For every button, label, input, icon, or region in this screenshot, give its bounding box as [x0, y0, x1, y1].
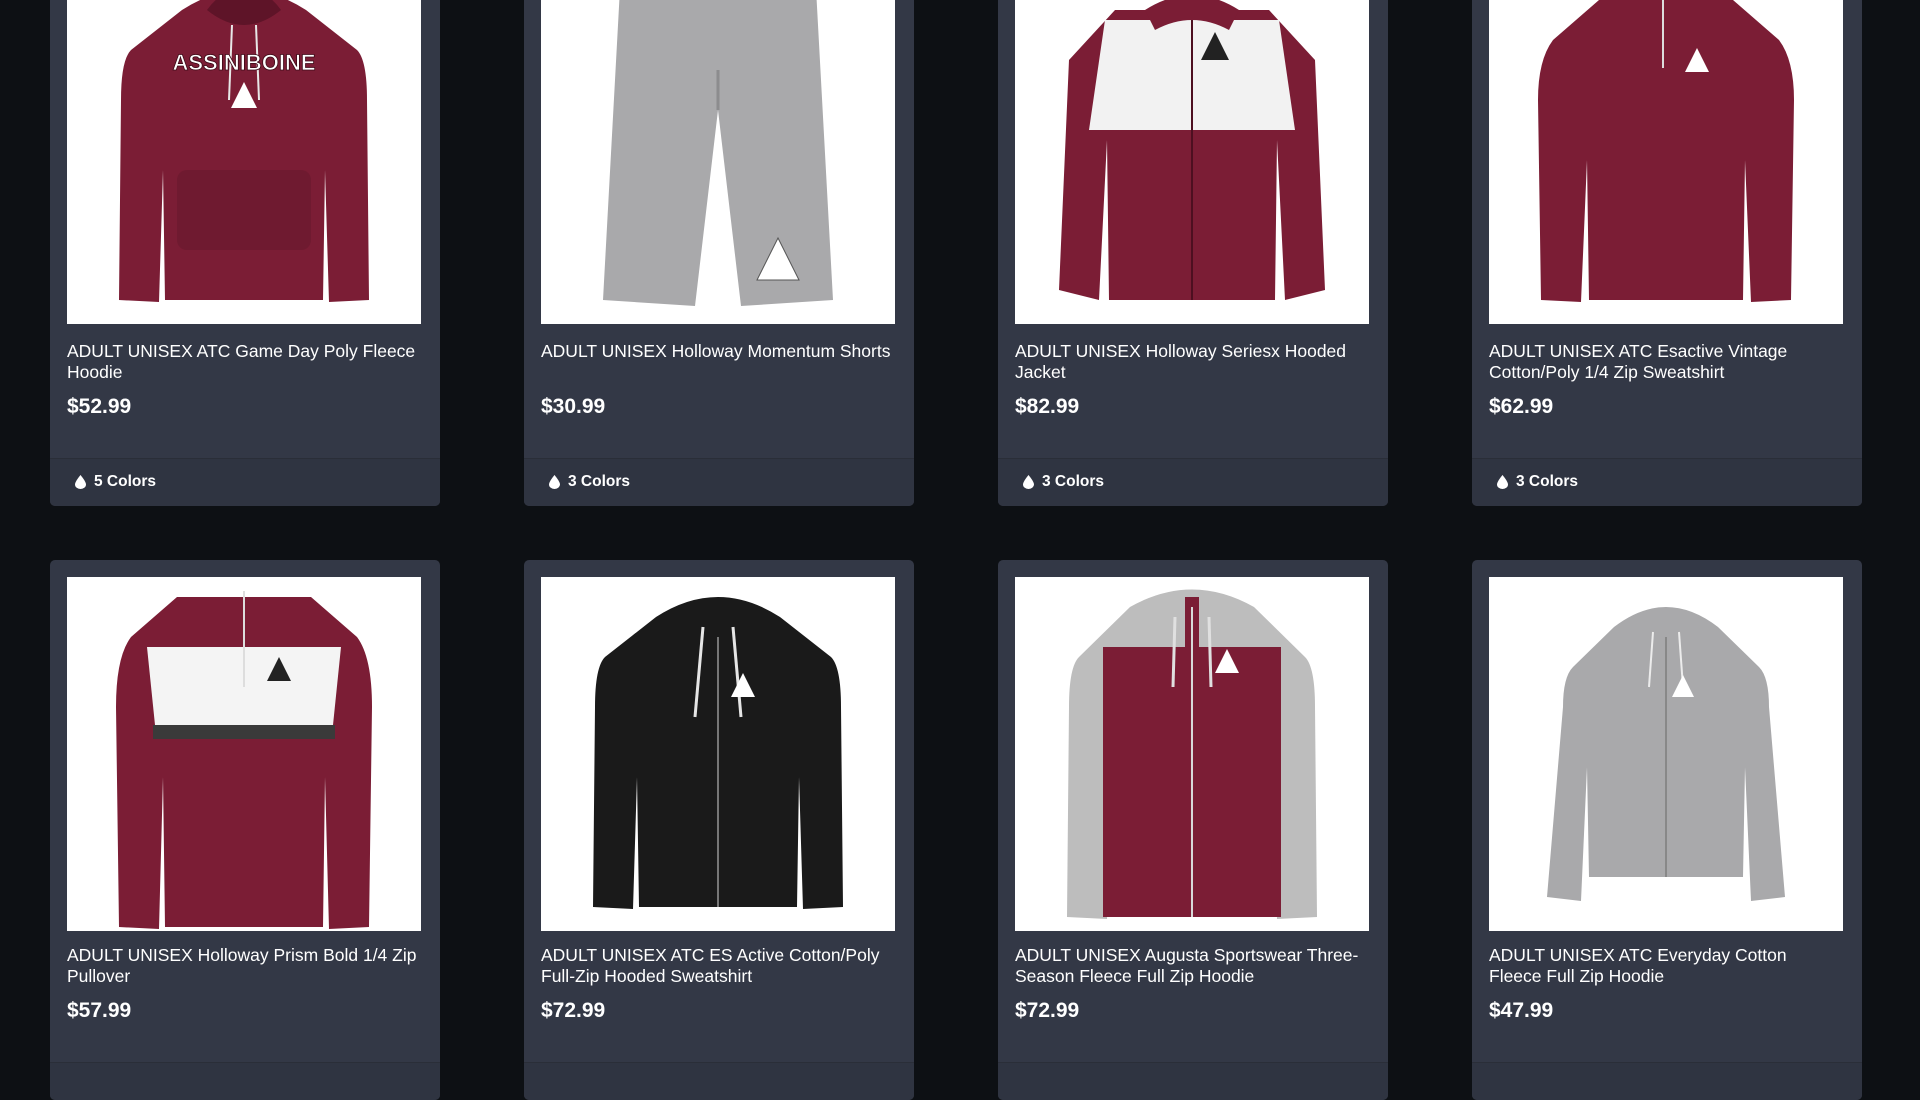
- product-image[interactable]: ASSINIBOINE: [67, 0, 421, 324]
- product-grid: ASSINIBOINE ADULT UNISEX ATC Game Day Po…: [0, 0, 1920, 1100]
- product-footer: 3 Colors: [998, 458, 1388, 506]
- product-title[interactable]: ADULT UNISEX Holloway Seriesx Hooded Jac…: [1015, 341, 1365, 383]
- product-price: $47.99: [1489, 999, 1554, 1022]
- product-card[interactable]: ADULT UNISEX Holloway Seriesx Hooded Jac…: [998, 0, 1388, 506]
- color-count-label: 5 Colors: [94, 473, 157, 490]
- product-title[interactable]: ADULT UNISEX ATC Game Day Poly Fleece Ho…: [67, 341, 417, 383]
- hoodie-print-text: ASSINIBOINE: [172, 50, 315, 75]
- product-image[interactable]: [541, 577, 895, 931]
- color-count[interactable]: 3 Colors: [1023, 473, 1104, 491]
- product-footer: 3 Colors: [524, 458, 914, 506]
- drop-icon: [1497, 475, 1508, 489]
- product-title[interactable]: ADULT UNISEX Holloway Momentum Shorts: [541, 341, 891, 362]
- product-card[interactable]: ADULT UNISEX Holloway Momentum Shorts $3…: [524, 0, 914, 506]
- color-count-label: 3 Colors: [1042, 473, 1105, 490]
- product-price: $72.99: [541, 999, 606, 1022]
- product-card[interactable]: ADULT UNISEX ATC ES Active Cotton/Poly F…: [524, 560, 914, 1100]
- drop-icon: [549, 475, 560, 489]
- product-card[interactable]: ADULT UNISEX ATC Everyday Cotton Fleece …: [1472, 560, 1862, 1100]
- product-footer: 5 Colors: [50, 458, 440, 506]
- product-image[interactable]: [541, 0, 895, 324]
- product-image[interactable]: [1489, 577, 1843, 931]
- product-footer: [524, 1062, 914, 1100]
- product-price: $52.99: [67, 395, 132, 418]
- product-title[interactable]: ADULT UNISEX Holloway Prism Bold 1/4 Zip…: [67, 945, 417, 987]
- product-price: $82.99: [1015, 395, 1080, 418]
- product-title[interactable]: ADULT UNISEX ATC Everyday Cotton Fleece …: [1489, 945, 1839, 987]
- product-price: $30.99: [541, 395, 606, 418]
- product-card[interactable]: ADULT UNISEX Holloway Prism Bold 1/4 Zip…: [50, 560, 440, 1100]
- color-count-label: 3 Colors: [568, 473, 631, 490]
- product-footer: 3 Colors: [1472, 458, 1862, 506]
- color-count[interactable]: 5 Colors: [75, 473, 156, 491]
- product-image[interactable]: [1015, 0, 1369, 324]
- product-card[interactable]: ADULT UNISEX ATC Esactive Vintage Cotton…: [1472, 0, 1862, 506]
- color-count-label: 3 Colors: [1516, 473, 1579, 490]
- product-title[interactable]: ADULT UNISEX ATC Esactive Vintage Cotton…: [1489, 341, 1839, 383]
- drop-icon: [1023, 475, 1034, 489]
- product-card[interactable]: ADULT UNISEX Augusta Sportswear Three-Se…: [998, 560, 1388, 1100]
- product-footer: [1472, 1062, 1862, 1100]
- color-count[interactable]: 3 Colors: [1497, 473, 1578, 491]
- product-card[interactable]: ASSINIBOINE ADULT UNISEX ATC Game Day Po…: [50, 0, 440, 506]
- product-price: $62.99: [1489, 395, 1554, 418]
- product-price: $72.99: [1015, 999, 1080, 1022]
- product-title[interactable]: ADULT UNISEX Augusta Sportswear Three-Se…: [1015, 945, 1365, 987]
- product-image[interactable]: [1489, 0, 1843, 324]
- product-title[interactable]: ADULT UNISEX ATC ES Active Cotton/Poly F…: [541, 945, 891, 987]
- color-count[interactable]: 3 Colors: [549, 473, 630, 491]
- product-image[interactable]: [67, 577, 421, 931]
- product-image[interactable]: [1015, 577, 1369, 931]
- product-price: $57.99: [67, 999, 132, 1022]
- product-footer: [998, 1062, 1388, 1100]
- drop-icon: [75, 475, 86, 489]
- product-footer: [50, 1062, 440, 1100]
